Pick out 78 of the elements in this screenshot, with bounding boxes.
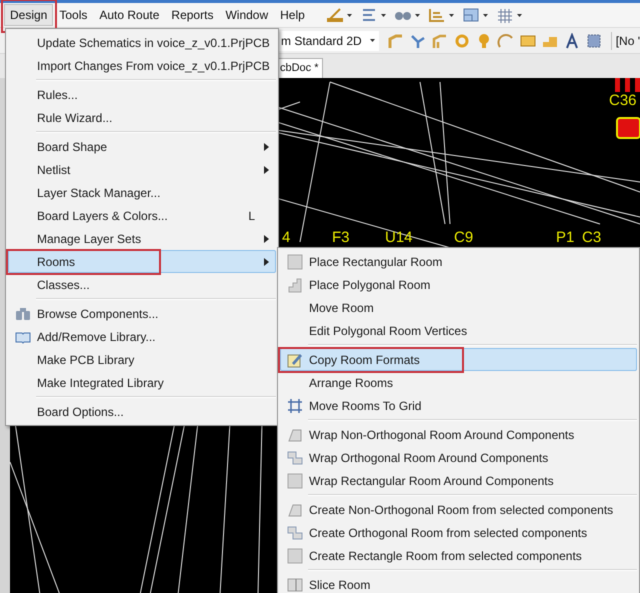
square-icon <box>287 254 303 270</box>
menu-item[interactable]: Manage Layer Sets <box>8 227 276 250</box>
square-icon <box>287 472 303 488</box>
submenu-arrow-icon <box>264 235 269 243</box>
route-icon[interactable] <box>430 32 449 48</box>
grid-icon[interactable] <box>496 7 514 23</box>
slanted-shape-icon <box>287 502 303 518</box>
component-designator: C3 <box>582 230 602 246</box>
menu-item[interactable]: Copy Room Formats <box>280 348 637 371</box>
menu-bar-item[interactable]: Auto Route <box>93 4 166 26</box>
menu-item[interactable]: Browse Components... <box>8 302 276 325</box>
document-tab[interactable]: cbDoc * <box>276 58 323 78</box>
caret-icon[interactable] <box>517 14 522 16</box>
menu-bar-item[interactable]: Help <box>274 4 311 26</box>
fork-icon[interactable] <box>408 32 427 48</box>
layers-icon[interactable] <box>462 7 480 23</box>
menu-item[interactable]: Create Rectangle Room from selected components <box>280 544 637 567</box>
route-icon[interactable] <box>386 32 405 48</box>
menu-item[interactable]: Wrap Orthogonal Room Around Components <box>280 446 637 469</box>
fill-icon[interactable] <box>518 32 537 48</box>
menu-item[interactable]: Wrap Rectangular Room Around Components <box>280 469 637 492</box>
binoculars-icon <box>15 306 31 322</box>
stairs-icon <box>287 276 303 292</box>
menu-item[interactable]: Rooms <box>8 250 276 273</box>
caret-icon[interactable] <box>347 14 352 16</box>
view-combo[interactable]: m Standard 2D <box>278 30 379 50</box>
align-icon[interactable] <box>360 7 378 23</box>
menu-bar-item[interactable]: Design <box>4 4 54 26</box>
component-designator: F3 <box>332 230 350 246</box>
menu-item[interactable]: Arrange Rooms <box>280 371 637 394</box>
caret-icon <box>370 39 375 42</box>
caret-icon[interactable] <box>449 14 454 16</box>
caret-icon[interactable] <box>415 14 420 16</box>
component-designator: P1 <box>556 230 574 246</box>
component-designator: U14 <box>385 230 413 246</box>
region-icon[interactable] <box>584 32 603 48</box>
menu-item[interactable]: Classes... <box>8 273 276 296</box>
component-designator: C9 <box>454 230 474 246</box>
menu-item[interactable]: Rule Wizard... <box>8 106 276 129</box>
submenu-arrow-icon <box>264 258 269 266</box>
menu-item[interactable]: Board Layers & Colors... L <box>8 204 276 227</box>
menu-item[interactable]: Create Orthogonal Room from selected components <box>280 521 637 544</box>
menu-bar-item[interactable]: Window <box>219 4 274 26</box>
pad-icon[interactable] <box>452 32 471 48</box>
component-designator: C36 <box>609 93 637 109</box>
menu-item[interactable]: Move Rooms To Grid <box>280 394 637 417</box>
submenu-arrow-icon <box>264 166 269 174</box>
pencil-icon <box>287 352 303 368</box>
l-shape-icon <box>287 524 303 540</box>
caret-icon[interactable] <box>483 14 488 16</box>
crosshair-icon <box>287 398 303 414</box>
menu-item[interactable]: Edit Polygonal Room Vertices <box>280 319 637 342</box>
menu-item[interactable]: Create Non-Orthogonal Room from selected components <box>280 498 637 521</box>
menu-item[interactable]: Make Integrated Library <box>8 371 276 394</box>
arc-icon[interactable] <box>496 32 515 48</box>
menu-item[interactable]: Update Schematics in voice_z_v0.1.PrjPCB <box>8 31 276 54</box>
menu-item[interactable]: Move Room <box>280 296 637 319</box>
submenu-arrow-icon <box>264 143 269 151</box>
menu-item[interactable]: Board Shape <box>8 135 276 158</box>
square-icon <box>287 548 303 564</box>
toolbar-label: [No ' <box>610 32 640 50</box>
menu-item[interactable]: Layer Stack Manager... <box>8 181 276 204</box>
menu-bar-item[interactable]: Tools <box>53 4 94 26</box>
menu-item[interactable]: Make PCB Library <box>8 348 276 371</box>
menu-item[interactable]: Place Rectangular Room <box>280 250 637 273</box>
menu-item[interactable]: Import Changes From voice_z_v0.1.PrjPCB <box>8 54 276 77</box>
caret-icon[interactable] <box>381 14 386 16</box>
menu-item[interactable]: Wrap Non-Orthogonal Room Around Components <box>280 423 637 446</box>
slanted-shape-icon <box>287 426 303 442</box>
menu-item[interactable]: Slice Room <box>280 573 637 593</box>
menu-item[interactable]: Board Options... <box>8 400 276 423</box>
menu-item[interactable]: Place Polygonal Room <box>280 273 637 296</box>
component-designator: 4 <box>282 230 290 246</box>
menu-item[interactable]: Rules... <box>8 83 276 106</box>
menu-bar-item[interactable]: Reports <box>165 4 220 26</box>
menu-item[interactable]: Netlist <box>8 158 276 181</box>
l-shape-icon <box>287 450 303 466</box>
menu-item[interactable]: Add/Remove Library... <box>8 325 276 348</box>
